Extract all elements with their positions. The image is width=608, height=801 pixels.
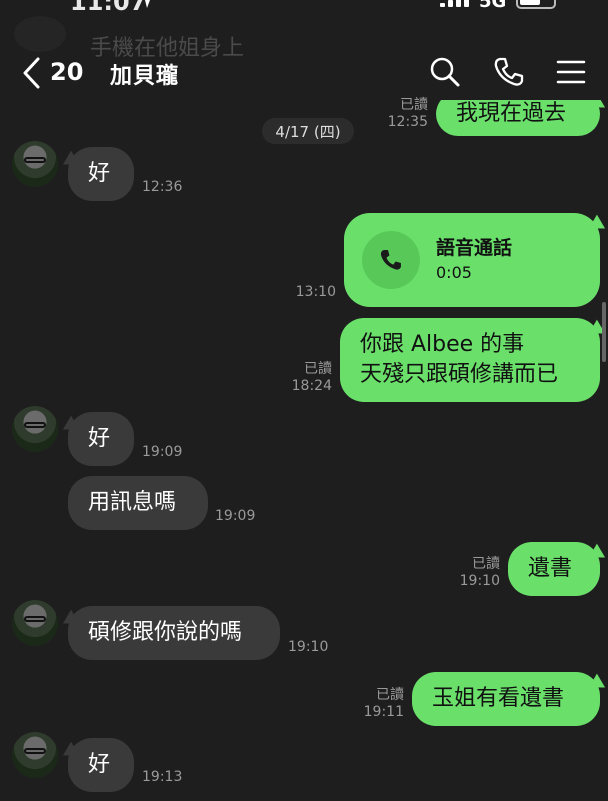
call-duration: 0:05 <box>436 263 472 282</box>
search-icon[interactable] <box>428 55 462 89</box>
phone-icon[interactable] <box>492 55 526 89</box>
chevron-left-icon[interactable] <box>20 56 42 90</box>
avatar[interactable] <box>12 141 58 187</box>
message-time: 13:10 <box>295 284 336 300</box>
location-arrow-icon <box>145 0 150 8</box>
message-bubble-incoming[interactable]: 好 <box>68 412 134 466</box>
message-bubble-outgoing[interactable]: 你跟 Albee 的事 天殘只跟碩修講而已 <box>340 318 600 402</box>
network-type: 5G <box>479 0 507 12</box>
message-time: 19:09 <box>142 444 183 460</box>
read-receipt: 已讀 <box>472 556 500 572</box>
message-time: 19:13 <box>142 769 183 785</box>
status-bar: 11:07 5G <box>0 0 608 20</box>
menu-icon[interactable] <box>554 55 588 89</box>
message-bubble-incoming[interactable]: 用訊息嗎 <box>68 476 208 530</box>
message-time: 18:24 <box>291 378 332 394</box>
read-receipt: 已讀 <box>400 97 428 113</box>
message-time: 12:35 <box>387 114 428 130</box>
battery-icon <box>516 0 556 9</box>
voice-call-bubble[interactable]: 語音通話 0:05 <box>344 213 600 307</box>
message-time: 19:11 <box>363 704 404 720</box>
chat-title: 加貝瓏 <box>110 64 180 89</box>
message-bubble-outgoing[interactable]: 遺書 <box>508 542 600 596</box>
call-title: 語音通話 <box>436 237 513 259</box>
phone-icon <box>380 250 401 270</box>
message-time: 19:10 <box>288 639 329 655</box>
notification-avatar <box>14 16 66 52</box>
avatar[interactable] <box>12 732 58 778</box>
unread-count[interactable]: 20 <box>50 58 83 86</box>
read-receipt: 已讀 <box>376 687 404 703</box>
message-time: 19:09 <box>215 508 256 524</box>
message-time: 19:10 <box>459 573 500 589</box>
message-bubble-incoming[interactable]: 好 <box>68 147 134 201</box>
signal-icon <box>440 0 469 7</box>
call-icon-circle <box>362 231 420 289</box>
avatar[interactable] <box>12 406 58 452</box>
date-separator: 4/17 (四) <box>262 118 354 144</box>
message-bubble-incoming[interactable]: 碩修跟你說的嗎 <box>68 606 280 660</box>
avatar[interactable] <box>12 600 58 646</box>
read-receipt: 已讀 <box>304 361 332 377</box>
message-time: 12:36 <box>142 179 183 195</box>
scrollbar[interactable] <box>602 302 606 362</box>
message-bubble-incoming[interactable]: 好 <box>68 738 134 792</box>
message-bubble-outgoing[interactable]: 玉姐有看遺書 <box>412 672 600 726</box>
